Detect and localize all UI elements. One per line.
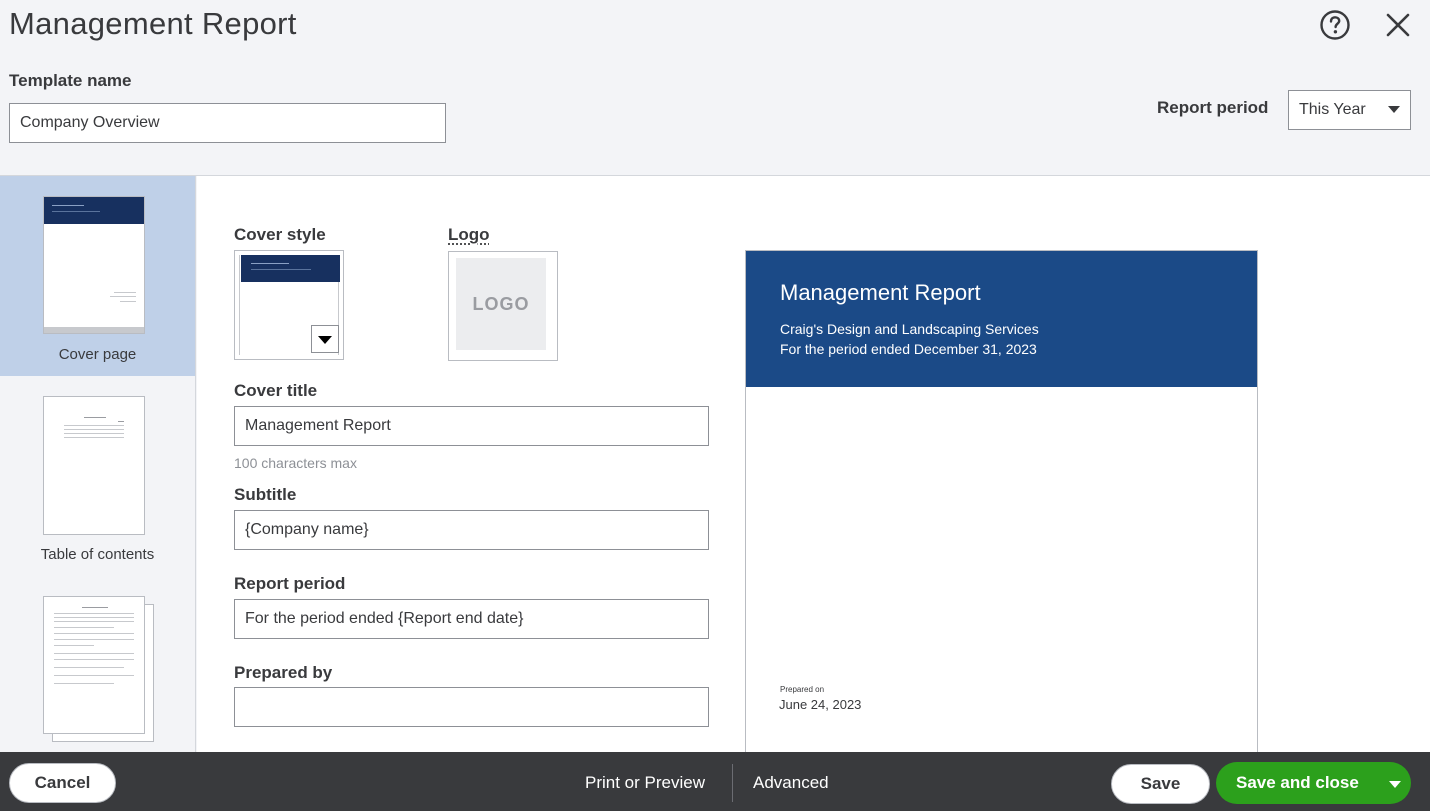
- print-or-preview-link[interactable]: Print or Preview: [585, 773, 705, 793]
- toc-thumbnail: [43, 396, 145, 535]
- page-title: Management Report: [9, 6, 297, 41]
- cover-title-input[interactable]: Management Report: [234, 406, 709, 446]
- help-circle-icon[interactable]: [1319, 9, 1351, 41]
- prepared-by-label: Prepared by: [234, 663, 333, 682]
- cover-style-dropdown-button[interactable]: [311, 325, 339, 353]
- cancel-button[interactable]: Cancel: [9, 763, 116, 803]
- sidebar: Cover page Table of contents: [0, 176, 196, 752]
- close-icon[interactable]: [1384, 11, 1412, 39]
- report-period-field-label: Report period: [234, 574, 346, 593]
- sidebar-item-report-page[interactable]: [0, 576, 195, 752]
- cover-title-hint: 100 characters max: [234, 455, 357, 471]
- report-period-select[interactable]: This Year: [1288, 90, 1411, 130]
- save-and-close-button[interactable]: Save and close: [1216, 762, 1411, 804]
- logo-placeholder: LOGO: [456, 258, 546, 350]
- sidebar-item-label: Table of contents: [40, 546, 155, 563]
- template-name-label: Template name: [9, 71, 132, 90]
- header: Management Report Template name Company …: [0, 0, 1430, 176]
- template-name-input[interactable]: Company Overview: [9, 103, 446, 143]
- preview-subtitle: Craig's Design and Landscaping Services: [780, 321, 1039, 337]
- report-period-label: Report period: [1157, 98, 1269, 117]
- preview-title: Management Report: [780, 280, 981, 305]
- subtitle-label: Subtitle: [234, 485, 297, 504]
- footer-bar: Cancel Print or Preview Advanced Save Sa…: [0, 752, 1430, 811]
- report-period-value: This Year: [1299, 101, 1366, 118]
- preview-period: For the period ended December 31, 2023: [780, 341, 1037, 357]
- cover-page-thumbnail: [43, 196, 145, 334]
- sidebar-item-table-of-contents[interactable]: Table of contents: [0, 376, 195, 576]
- subtitle-input[interactable]: {Company name}: [234, 510, 709, 550]
- caret-down-icon: [1389, 781, 1401, 788]
- cover-preview: Management Report Craig's Design and Lan…: [745, 250, 1258, 760]
- caret-down-icon: [318, 336, 332, 344]
- report-period-input[interactable]: For the period ended {Report end date}: [234, 599, 709, 639]
- logo-label[interactable]: Logo: [448, 225, 490, 245]
- sidebar-item-cover-page[interactable]: Cover page: [0, 176, 195, 376]
- preview-prepared-on-date: June 24, 2023: [779, 697, 862, 712]
- preview-header-band: Management Report Craig's Design and Lan…: [746, 251, 1257, 387]
- cover-style-picker[interactable]: [234, 250, 344, 360]
- sidebar-item-label: Cover page: [58, 346, 137, 363]
- report-thumbnail: [43, 596, 145, 734]
- preview-prepared-on-label: Prepared on: [780, 685, 825, 694]
- cover-style-label: Cover style: [234, 225, 326, 244]
- cover-title-label: Cover title: [234, 381, 318, 400]
- save-and-close-label: Save and close: [1236, 773, 1359, 792]
- caret-down-icon: [1388, 106, 1400, 113]
- save-options-dropdown[interactable]: [1380, 762, 1411, 804]
- main-content: Cover style Logo LOGO Cover title Manage…: [197, 176, 1430, 760]
- advanced-link[interactable]: Advanced: [753, 773, 829, 793]
- logo-picker[interactable]: LOGO: [448, 251, 558, 361]
- prepared-by-input[interactable]: [234, 687, 709, 727]
- footer-divider: [732, 764, 733, 802]
- save-button[interactable]: Save: [1111, 764, 1210, 804]
